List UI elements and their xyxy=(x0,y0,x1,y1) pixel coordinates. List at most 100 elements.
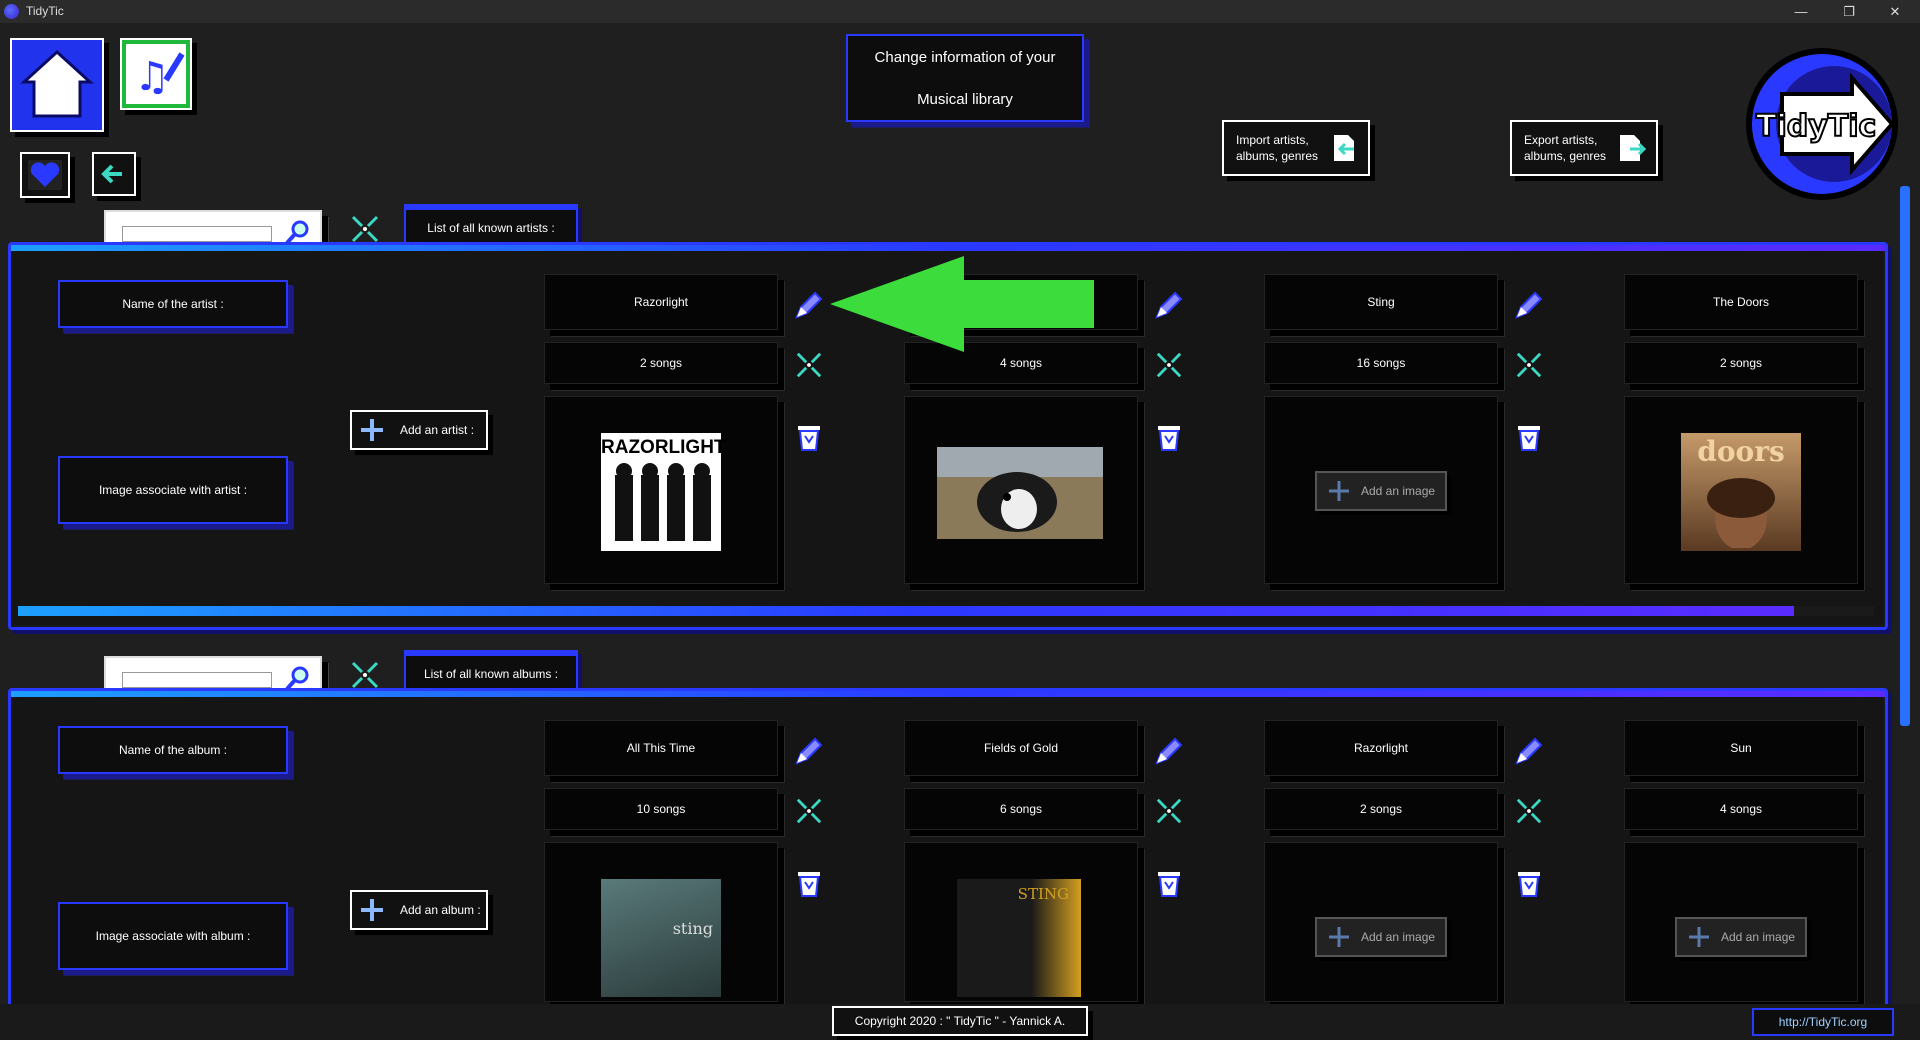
trash-icon xyxy=(1518,872,1540,897)
album-image-label: Image associate with album : xyxy=(58,902,288,970)
add-image-button[interactable]: Add an image xyxy=(1675,917,1807,957)
close-button[interactable]: ✕ xyxy=(1872,0,1918,23)
export-button[interactable]: Export artists, albums, genres xyxy=(1510,120,1658,176)
delete-artist-button[interactable] xyxy=(792,420,826,454)
expand-artist-button[interactable] xyxy=(1512,348,1546,382)
pencil-icon xyxy=(795,737,823,765)
razorlight-photo-text: RAZORLIGHT xyxy=(601,437,726,458)
edit-album-button[interactable] xyxy=(792,734,826,768)
expand-arrows-icon xyxy=(796,352,822,378)
pencil-icon xyxy=(1515,737,1543,765)
add-album-label: Add an album : xyxy=(400,903,481,917)
artists-scroll-track[interactable] xyxy=(18,606,1874,616)
albums-section-topbar xyxy=(11,691,1885,697)
plus-icon xyxy=(361,419,383,441)
fields-of-gold-cover-text: STING xyxy=(1017,885,1069,903)
home-button[interactable] xyxy=(10,38,104,132)
add-image-button[interactable]: Add an image xyxy=(1315,917,1447,957)
restore-button[interactable]: ❐ xyxy=(1826,0,1872,23)
add-image-label: Add an image xyxy=(1361,930,1436,944)
doors-cover: doors xyxy=(1681,433,1801,551)
delete-artist-button[interactable] xyxy=(1152,420,1186,454)
title-bar: TidyTic — ❐ ✕ xyxy=(0,0,1920,23)
artist-expand-button[interactable] xyxy=(348,212,382,246)
album-songs-cell: 4 songs xyxy=(1624,788,1858,830)
album-image-cell: sting xyxy=(544,842,778,1002)
page-title: Change information of your Musical libra… xyxy=(846,34,1084,122)
edit-artist-button[interactable] xyxy=(1512,288,1546,322)
pencil-icon xyxy=(1155,737,1183,765)
edit-artist-button[interactable] xyxy=(1152,288,1186,322)
expand-album-button[interactable] xyxy=(1512,794,1546,828)
trash-icon xyxy=(798,872,820,897)
export-label-line2: albums, genres xyxy=(1524,149,1607,163)
plus-icon xyxy=(361,899,383,921)
artist-songs-cell: 16 songs xyxy=(1264,342,1498,384)
window-title: TidyTic xyxy=(26,4,64,18)
delete-album-button[interactable] xyxy=(1512,866,1546,900)
add-image-label: Add an image xyxy=(1361,484,1436,498)
artist-search-input[interactable] xyxy=(122,226,272,242)
delete-album-button[interactable] xyxy=(1152,866,1186,900)
add-image-label: Add an image xyxy=(1721,930,1796,944)
minimize-button[interactable]: — xyxy=(1778,0,1824,23)
album-name-label: Name of the album : xyxy=(58,726,288,774)
import-button[interactable]: Import artists, albums, genres xyxy=(1222,120,1370,176)
album-songs-cell: 10 songs xyxy=(544,788,778,830)
edit-album-button[interactable] xyxy=(1512,734,1546,768)
trash-icon xyxy=(1158,426,1180,451)
expand-arrows-icon xyxy=(1516,798,1542,824)
expand-artist-button[interactable] xyxy=(1152,348,1186,382)
add-artist-button[interactable]: Add an artist : xyxy=(350,410,488,450)
album-name-cell: Sun xyxy=(1624,720,1858,776)
trash-icon xyxy=(1518,426,1540,451)
artist-image-cell: RAZORLIGHT xyxy=(544,396,778,584)
edit-album-button[interactable] xyxy=(1152,734,1186,768)
plus-icon xyxy=(1329,927,1349,947)
music-library-button[interactable]: ♫ xyxy=(120,38,192,110)
album-expand-button[interactable] xyxy=(348,658,382,692)
add-image-button[interactable]: Add an image xyxy=(1315,471,1447,511)
delete-artist-button[interactable] xyxy=(1512,420,1546,454)
scrollbar-thumb[interactable] xyxy=(1900,186,1910,726)
artist-songs-cell: 2 songs xyxy=(544,342,778,384)
expand-artist-button[interactable] xyxy=(792,348,826,382)
expand-arrows-icon xyxy=(1516,352,1542,378)
album-image-cell: STING xyxy=(904,842,1138,1002)
album-songs-cell: 6 songs xyxy=(904,788,1138,830)
artists-scroll-thumb[interactable] xyxy=(18,606,1794,616)
dog-photo xyxy=(937,447,1103,539)
home-icon xyxy=(12,40,102,130)
album-search-input[interactable] xyxy=(122,672,272,688)
export-label-line1: Export artists, xyxy=(1524,133,1598,147)
fields-of-gold-cover: STING xyxy=(957,879,1081,997)
heart-icon xyxy=(28,160,62,190)
import-label-line1: Import artists, xyxy=(1236,133,1309,147)
all-this-time-cover-text: sting xyxy=(672,919,713,938)
expand-arrows-icon xyxy=(1156,798,1182,824)
favorites-button[interactable] xyxy=(20,152,70,198)
copyright-text: Copyright 2020 : " TidyTic " - Yannick A… xyxy=(832,1006,1088,1036)
import-label-line2: albums, genres xyxy=(1236,149,1319,163)
album-songs-cell: 2 songs xyxy=(1264,788,1498,830)
delete-album-button[interactable] xyxy=(792,866,826,900)
expand-arrows-icon xyxy=(351,215,379,243)
doors-cover-text: doors xyxy=(1697,435,1785,468)
artist-name-cell: Sting xyxy=(1264,274,1498,330)
music-edit-icon: ♫ xyxy=(126,44,186,104)
expand-album-button[interactable] xyxy=(792,794,826,828)
artist-image-cell xyxy=(904,396,1138,584)
add-album-button[interactable]: Add an album : xyxy=(350,890,488,930)
artist-name-label: Name of the artist : xyxy=(58,280,288,328)
plus-icon xyxy=(1689,927,1709,947)
website-link[interactable]: http://TidyTic.org xyxy=(1752,1008,1894,1036)
brand-logo: TidyTic xyxy=(1742,44,1902,204)
trash-icon xyxy=(1158,872,1180,897)
app-logo-icon xyxy=(4,4,19,19)
pencil-icon xyxy=(795,291,823,319)
plus-icon xyxy=(1329,481,1349,501)
razorlight-photo: RAZORLIGHT xyxy=(601,433,726,551)
back-button[interactable] xyxy=(92,152,136,196)
expand-album-button[interactable] xyxy=(1152,794,1186,828)
edit-artist-button[interactable] xyxy=(792,288,826,322)
